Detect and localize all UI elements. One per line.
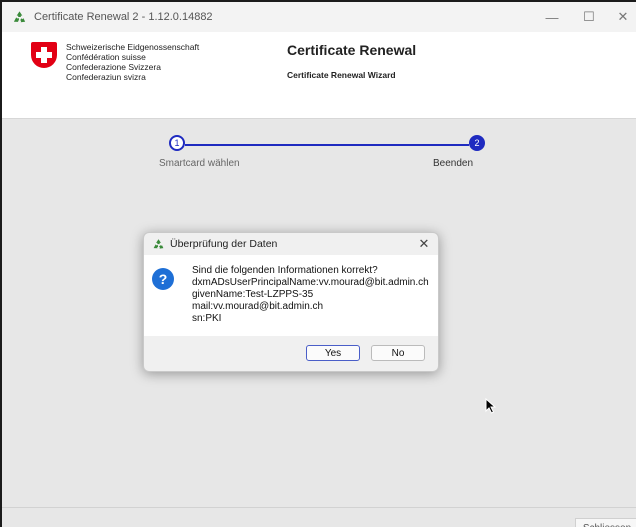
- message-line: sn:PKI: [192, 313, 222, 324]
- step-2-indicator: 2: [469, 135, 485, 151]
- maximize-button[interactable]: ☐: [572, 6, 606, 28]
- footer-divider: [2, 507, 636, 508]
- dialog-close-button[interactable]: ✕: [416, 235, 432, 253]
- schliessen-button[interactable]: Schliessen: [575, 518, 636, 527]
- confirmation-dialog: Überprüfung der Daten ✕ ? Sind die folge…: [143, 232, 439, 372]
- application-window: Certificate Renewal 2 - 1.12.0.14882 — ☐…: [0, 0, 636, 527]
- message-line: dxmADsUserPrincipalName:vv.mourad@bit.ad…: [192, 277, 429, 288]
- step-1-label: Smartcard wählen: [159, 158, 240, 169]
- maximize-icon: ☐: [583, 9, 595, 24]
- close-icon: ✕: [617, 9, 629, 24]
- app-header: Schweizerische Eidgenossenschaft Confédé…: [2, 32, 636, 119]
- dialog-title-bar[interactable]: Überprüfung der Daten ✕: [144, 233, 438, 255]
- swiss-flag-icon: [31, 42, 57, 68]
- question-icon: ?: [152, 268, 174, 290]
- message-line: givenName:Test-LZPPS-35: [192, 289, 314, 300]
- close-window-button[interactable]: ✕: [606, 6, 636, 28]
- minimize-icon: —: [545, 9, 559, 25]
- agency-line: Schweizerische Eidgenossenschaft: [66, 42, 200, 52]
- recycle-icon: [13, 11, 26, 23]
- agency-line: Confederazione Svizzera: [66, 62, 161, 72]
- window-title: Certificate Renewal 2 - 1.12.0.14882: [34, 11, 213, 23]
- page-subtitle: Certificate Renewal Wizard: [287, 70, 396, 80]
- agency-line: Confederaziun svizra: [66, 72, 146, 82]
- message-line: mail:vv.mourad@bit.admin.ch: [192, 301, 324, 312]
- no-button[interactable]: No: [371, 345, 425, 361]
- dialog-title: Überprüfung der Daten: [170, 238, 278, 250]
- dialog-message: Sind die folgenden Informationen korrekt…: [192, 265, 429, 325]
- yes-button[interactable]: Yes: [306, 345, 360, 361]
- message-line: Sind die folgenden Informationen korrekt…: [192, 265, 378, 276]
- step-1-indicator: 1: [169, 135, 185, 151]
- agency-name: Schweizerische Eidgenossenschaft Confédé…: [66, 42, 199, 82]
- minimize-button[interactable]: —: [535, 6, 569, 28]
- mouse-pointer-icon: [485, 398, 497, 414]
- close-icon: ✕: [418, 236, 430, 251]
- page-title: Certificate Renewal: [287, 42, 417, 58]
- step-progress-line: [185, 144, 469, 146]
- title-bar[interactable]: Certificate Renewal 2 - 1.12.0.14882 — ☐…: [2, 2, 636, 32]
- step-2-label: Beenden: [433, 158, 474, 169]
- dialog-body: ? Sind die folgenden Informationen korre…: [144, 255, 438, 336]
- recycle-icon: [153, 239, 164, 249]
- agency-line: Confédération suisse: [66, 52, 146, 62]
